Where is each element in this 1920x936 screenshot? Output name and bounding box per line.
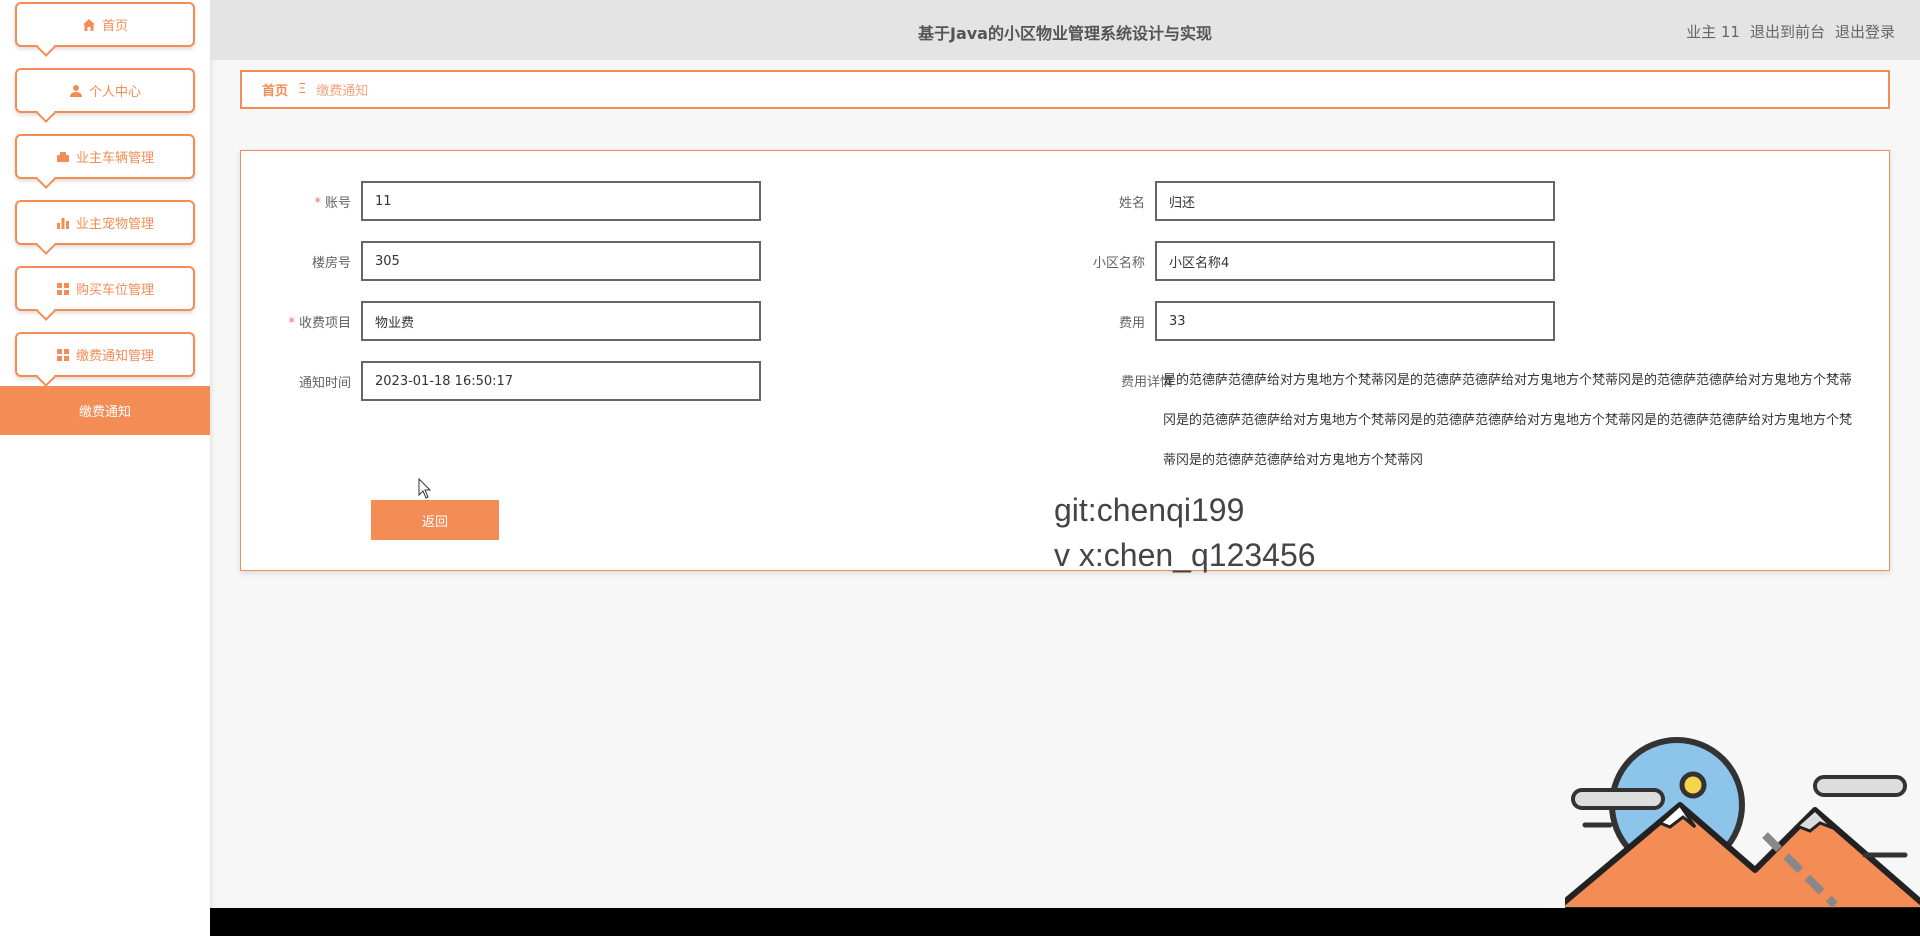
required-mark: * bbox=[288, 315, 295, 331]
account-field[interactable] bbox=[361, 181, 761, 221]
building-label: 楼房号 bbox=[311, 255, 351, 271]
sidebar-item-label: 首页 bbox=[101, 19, 128, 34]
exit-to-front-link[interactable]: 退出到前台 bbox=[1750, 21, 1825, 42]
watermark: git:chenqi199 v x:chen_q123456 bbox=[1054, 488, 1316, 578]
home-icon bbox=[82, 18, 95, 31]
breadcrumb-separator: Ξ bbox=[298, 82, 307, 97]
charge-item-label: * 收费项目 bbox=[288, 315, 351, 331]
notice-time-row: 通知时间 bbox=[241, 361, 761, 401]
fee-detail-text: 是的范德萨范德萨给对方鬼地方个梵蒂冈是的范德萨范德萨给对方鬼地方个梵蒂冈是的范德… bbox=[1163, 373, 1853, 468]
user-icon bbox=[69, 84, 82, 97]
bar-chart-icon bbox=[56, 217, 69, 229]
car-icon bbox=[56, 151, 69, 162]
sidebar-item-pets[interactable]: 业主宠物管理 bbox=[15, 200, 195, 255]
community-row: 小区名称 bbox=[1035, 241, 1555, 281]
back-button[interactable]: 返回 bbox=[371, 500, 499, 540]
breadcrumb: 首页 Ξ 缴费通知 bbox=[240, 70, 1890, 109]
community-label: 小区名称 bbox=[1092, 255, 1145, 271]
sidebar-item-label: 个人中心 bbox=[88, 85, 141, 100]
breadcrumb-home[interactable]: 首页 bbox=[262, 80, 288, 99]
fee-field[interactable] bbox=[1155, 301, 1555, 341]
sidebar-item-label: 业主车辆管理 bbox=[75, 151, 154, 166]
user-menu: 业主 11 退出到前台 退出登录 bbox=[1686, 21, 1895, 42]
sidebar-item-label: 购买车位管理 bbox=[75, 283, 154, 298]
app-title: 基于Java的小区物业管理系统设计与实现 bbox=[918, 24, 1212, 43]
name-label: 姓名 bbox=[1118, 195, 1145, 211]
sidebar-subitem-payment-notice[interactable]: 缴费通知 bbox=[0, 386, 210, 435]
sidebar-item-parking[interactable]: 购买车位管理 bbox=[15, 266, 195, 321]
sidebar-item-label: 缴费通知管理 bbox=[75, 349, 154, 364]
watermark-line-1: git:chenqi199 bbox=[1054, 492, 1245, 528]
required-mark: * bbox=[314, 195, 321, 211]
grid-icon bbox=[56, 282, 69, 295]
top-header: 基于Java的小区物业管理系统设计与实现 业主 11 退出到前台 退出登录 bbox=[210, 0, 1920, 60]
sidebar-item-label: 业主宠物管理 bbox=[75, 217, 154, 232]
mouse-cursor-icon bbox=[418, 478, 432, 499]
fee-row: 费用 bbox=[1035, 301, 1555, 341]
community-field[interactable] bbox=[1155, 241, 1555, 281]
name-row: 姓名 bbox=[1035, 181, 1555, 221]
building-row: 楼房号 bbox=[241, 241, 761, 281]
sidebar: 首页 个人中心 业主车辆管理 业主宠物管理 购买车位管理 缴费通知管理 缴费通知 bbox=[0, 0, 210, 936]
username-label: 业主 11 bbox=[1686, 23, 1740, 41]
charge-item-row: * 收费项目 bbox=[241, 301, 761, 341]
sidebar-item-payment-notices[interactable]: 缴费通知管理 bbox=[15, 332, 195, 387]
building-field[interactable] bbox=[361, 241, 761, 281]
breadcrumb-current: 缴费通知 bbox=[316, 84, 369, 99]
sidebar-item-vehicles[interactable]: 业主车辆管理 bbox=[15, 134, 195, 189]
charge-item-field[interactable] bbox=[361, 301, 761, 341]
notice-time-field[interactable] bbox=[361, 361, 761, 401]
sidebar-item-profile[interactable]: 个人中心 bbox=[15, 68, 195, 123]
fee-label: 费用 bbox=[1118, 315, 1145, 331]
grid-icon bbox=[56, 348, 69, 361]
mountain-illustration bbox=[1565, 737, 1920, 910]
sidebar-item-home[interactable]: 首页 bbox=[15, 2, 195, 57]
watermark-line-2: v x:chen_q123456 bbox=[1054, 537, 1316, 573]
notice-time-label: 通知时间 bbox=[298, 375, 351, 391]
account-label: * 账号 bbox=[314, 195, 351, 211]
account-row: * 账号 bbox=[241, 181, 761, 221]
name-field[interactable] bbox=[1155, 181, 1555, 221]
logout-link[interactable]: 退出登录 bbox=[1835, 21, 1895, 42]
bottom-bar bbox=[210, 908, 1920, 936]
